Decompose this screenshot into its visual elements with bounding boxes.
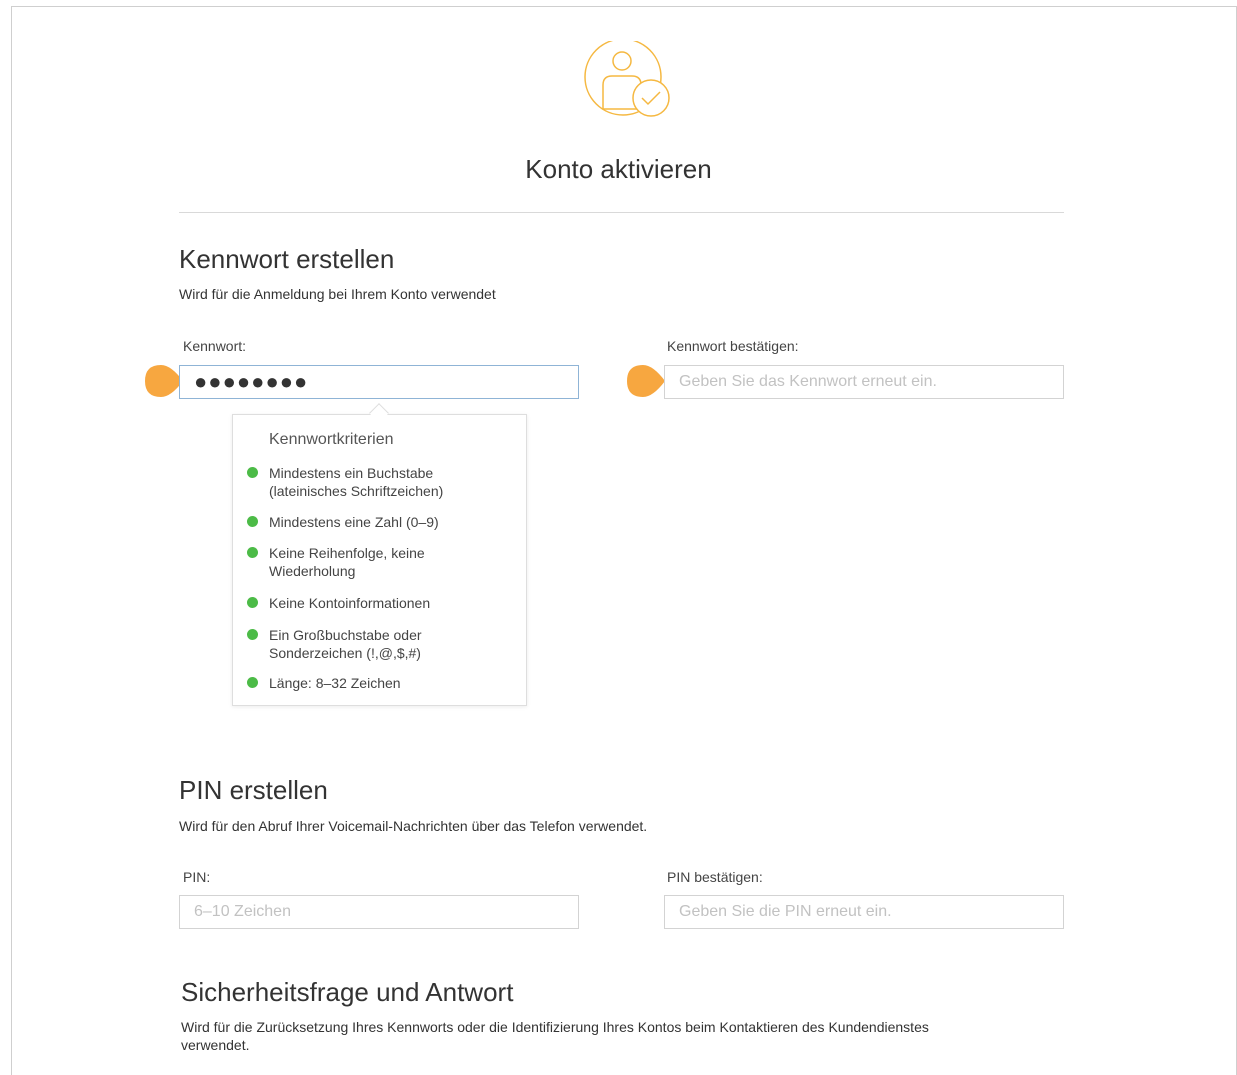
criteria-item: Keine Kontoinformationen xyxy=(247,594,517,612)
password-criteria-popup: Kennwortkriterien Mindestens ein Buchsta… xyxy=(232,414,527,706)
pin-input[interactable] xyxy=(179,895,579,929)
criteria-item: Ein Großbuchstabe oder Sonderzeichen (!,… xyxy=(247,626,517,662)
check-dot-icon xyxy=(247,677,258,688)
page-title: Konto aktivieren xyxy=(525,154,712,184)
check-dot-icon xyxy=(247,467,258,478)
security-section-description: Wird für die Zurücksetzung Ihres Kennwor… xyxy=(181,1019,929,1053)
callout-marker-icon xyxy=(145,365,183,397)
security-section-title: Sicherheitsfrage und Antwort xyxy=(181,977,514,1007)
password-input[interactable] xyxy=(179,365,579,399)
user-check-icon xyxy=(584,41,670,117)
confirm-pin-label: PIN bestätigen: xyxy=(667,869,763,885)
criteria-title: Kennwortkriterien xyxy=(269,431,394,448)
divider xyxy=(179,212,1064,213)
confirm-password-input[interactable] xyxy=(664,365,1064,399)
criteria-item: Keine Reihenfolge, keine Wiederholung xyxy=(247,544,517,580)
check-dot-icon xyxy=(247,629,258,640)
pin-label: PIN: xyxy=(183,869,211,885)
criteria-item: Mindestens ein Buchstabe (lateinisches S… xyxy=(247,464,517,500)
pin-section-description: Wird für den Abruf Ihrer Voicemail-Nachr… xyxy=(179,818,648,834)
password-section-title: Kennwort erstellen xyxy=(179,244,395,274)
confirm-password-label: Kennwort bestätigen: xyxy=(667,338,799,354)
check-dot-icon xyxy=(247,516,258,527)
password-section-description: Wird für die Anmeldung bei Ihrem Konto v… xyxy=(179,286,496,302)
password-label: Kennwort: xyxy=(183,338,247,354)
callout-marker-icon xyxy=(627,365,665,397)
confirm-pin-input[interactable] xyxy=(664,895,1064,929)
pin-section-title: PIN erstellen xyxy=(179,775,328,805)
check-dot-icon xyxy=(247,547,258,558)
criteria-item: Länge: 8–32 Zeichen xyxy=(247,674,517,692)
check-dot-icon xyxy=(247,597,258,608)
criteria-item: Mindestens eine Zahl (0–9) xyxy=(247,513,517,531)
